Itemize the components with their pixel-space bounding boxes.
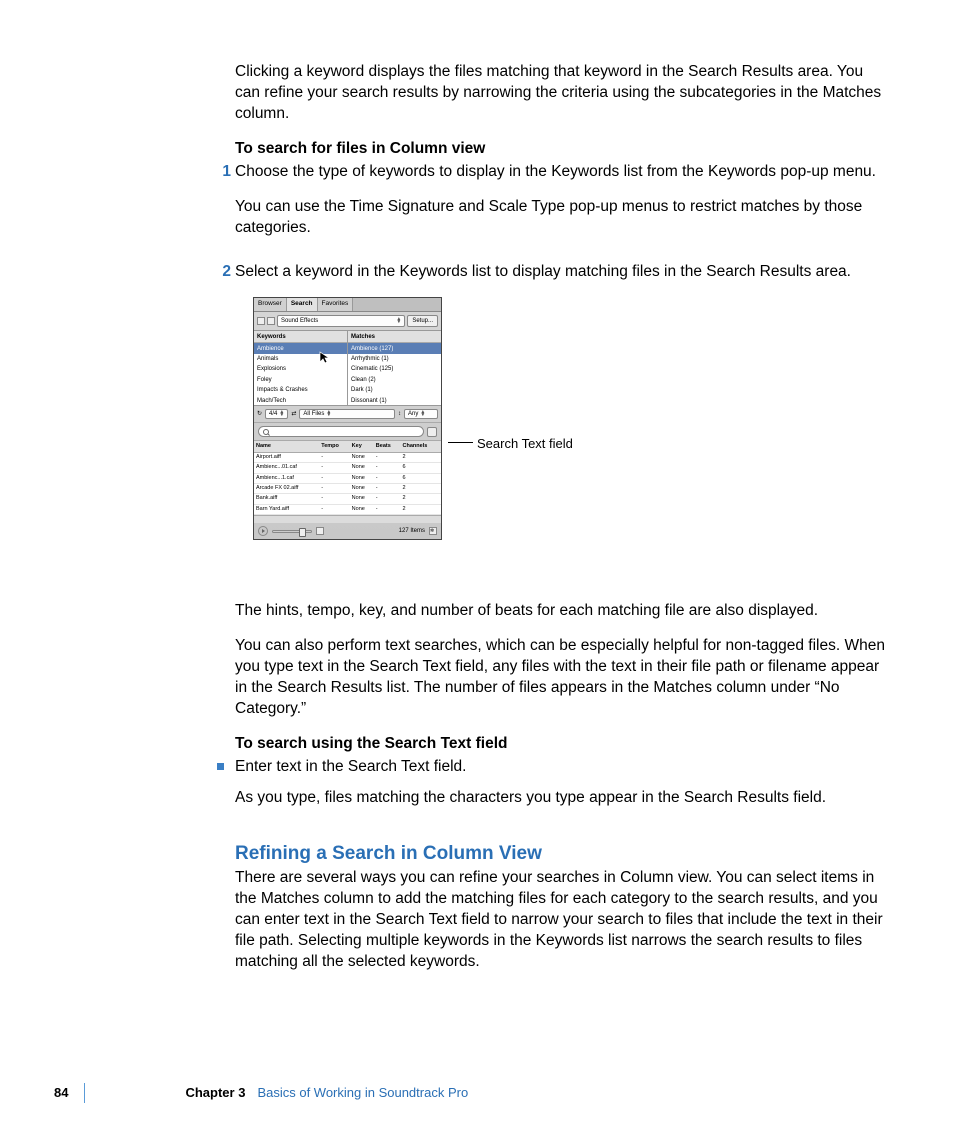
tab-favorites[interactable]: Favorites [318,298,354,311]
sort-icon[interactable]: ↕ [398,410,401,418]
col-channels[interactable]: Channels [401,441,442,452]
paragraph-refining: There are several ways you can refine yo… [235,868,885,973]
page-footer: 84 Chapter 3 Basics of Working in Soundt… [54,1083,468,1103]
clear-search-button[interactable] [427,427,437,437]
table-row[interactable]: Bank.aiff-None-2 [254,494,441,504]
callout-line [448,442,473,443]
match-item[interactable]: Dark (1) [348,385,441,395]
bullet-note: As you type, files matching the characte… [235,788,885,809]
loop-icon[interactable]: ⇄ [291,410,296,418]
paragraph-intro: Clicking a keyword displays the files ma… [235,62,885,125]
keyword-item[interactable]: Ambience [254,343,347,353]
gear-icon[interactable]: ✲ [429,527,437,535]
match-item[interactable]: Cinematic (125) [348,364,441,374]
col-tempo[interactable]: Tempo [319,441,349,452]
chapter-title: Basics of Working in Soundtrack Pro [257,1084,468,1102]
horizontal-scrollbar[interactable] [254,515,441,523]
step-number-1: 1 [215,162,231,253]
filetype-popup[interactable]: All Files▲▼ [299,409,395,419]
keywords-header: Keywords [254,331,347,343]
reset-icon[interactable]: ↻ [257,410,262,418]
heading-refining: Refining a Search in Column View [235,841,885,867]
bullet-text: Enter text in the Search Text field. [235,757,885,778]
column-view-icon[interactable] [257,317,265,325]
step-1-note: You can use the Time Signature and Scale… [235,197,885,239]
items-count: 127 Items [399,527,425,535]
match-item[interactable]: Clean (2) [348,375,441,385]
page-number: 84 [54,1084,68,1102]
tab-search[interactable]: Search [287,298,318,311]
volume-slider[interactable] [272,530,312,533]
screenshot-figure: Browser Search Favorites Sound Effects ▲… [253,297,683,577]
bullet-icon [217,763,224,770]
col-key[interactable]: Key [350,441,374,452]
keywords-category-value: Sound Effects [281,317,318,325]
table-row[interactable]: Ambienc...01.caf-None-6 [254,463,441,473]
step-number-2: 2 [215,262,231,287]
setup-button[interactable]: Setup... [407,315,438,327]
keyword-item[interactable]: Explosions [254,364,347,374]
keyword-item[interactable]: Foley [254,375,347,385]
speaker-icon[interactable] [316,527,324,535]
col-beats[interactable]: Beats [374,441,401,452]
step-1-text: Choose the type of keywords to display i… [235,162,885,183]
heading-search-column: To search for files in Column view [235,139,885,160]
search-text-field[interactable] [258,426,424,437]
match-item[interactable]: Ambience (127) [348,343,441,353]
matches-header: Matches [348,331,441,343]
paragraph-textsearch: You can also perform text searches, whic… [235,636,885,720]
tab-browser[interactable]: Browser [254,298,287,311]
paragraph-hints: The hints, tempo, key, and number of bea… [235,601,885,622]
heading-search-text: To search using the Search Text field [235,734,885,755]
button-view-icon[interactable] [267,317,275,325]
match-item[interactable]: Arrhythmic (1) [348,354,441,364]
play-button[interactable] [258,526,268,536]
match-item[interactable]: Dissonant (1) [348,396,441,406]
keyword-item[interactable]: Mach/Tech [254,396,347,406]
search-icon [263,429,269,435]
table-row[interactable]: Barn Yard.aiff-None-2 [254,504,441,514]
chapter-label: Chapter 3 [185,1084,245,1102]
keyword-item[interactable]: Impacts & Crashes [254,385,347,395]
scale-popup[interactable]: Any▲▼ [404,409,438,419]
step-2-text: Select a keyword in the Keywords list to… [235,262,885,283]
keyword-item[interactable]: Animals [254,354,347,364]
footer-divider [84,1083,85,1103]
col-name[interactable]: Name [254,441,319,452]
table-row[interactable]: Arcade FX 02.aiff-None-2 [254,484,441,494]
timesig-popup[interactable]: 4/4▲▼ [265,409,288,419]
callout-label: Search Text field [477,435,573,453]
keywords-category-popup[interactable]: Sound Effects ▲▼ [277,315,405,327]
chevron-updown-icon: ▲▼ [396,318,401,325]
results-table: Name Tempo Key Beats Channels Airport.ai… [254,441,441,515]
table-row[interactable]: Ambienc...1.caf-None-6 [254,473,441,483]
table-row[interactable]: Airport.aiff-None-2 [254,452,441,462]
